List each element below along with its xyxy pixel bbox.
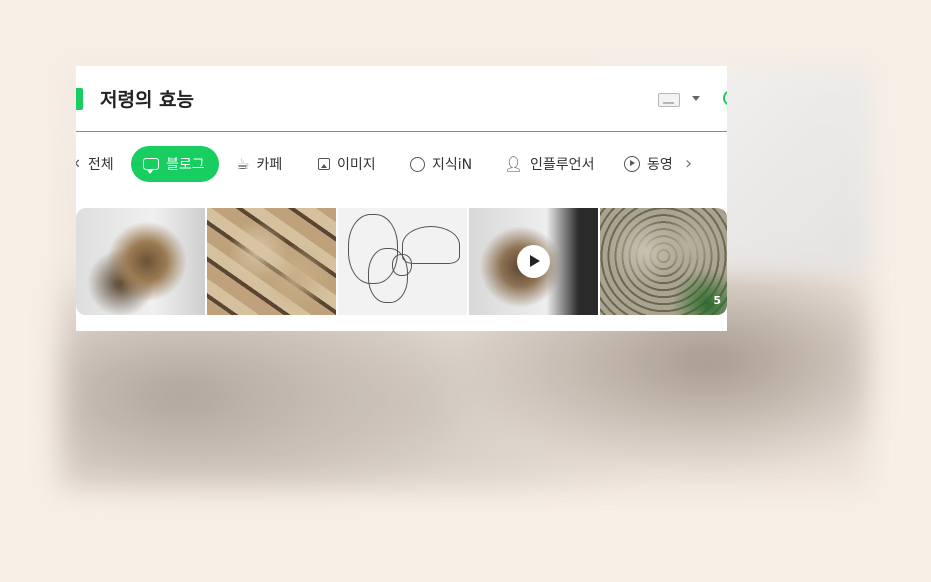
play-icon[interactable] bbox=[517, 245, 550, 278]
tab-video[interactable]: 동영 bbox=[624, 146, 673, 182]
tab-label: 지식iN bbox=[432, 157, 473, 173]
person-icon: 👤︎ bbox=[504, 155, 524, 173]
tab-influencer[interactable]: 👤︎ 인플루언서 bbox=[504, 146, 594, 182]
chevron-right-icon[interactable]: › bbox=[685, 146, 692, 182]
close-icon: ✕ bbox=[76, 157, 81, 172]
page-title: 저령의 효능 bbox=[100, 89, 195, 111]
blog-icon bbox=[143, 158, 159, 174]
thumbnail-image[interactable] bbox=[207, 208, 336, 315]
cafe-cup-icon: ☕ bbox=[236, 155, 250, 173]
question-bubble-icon bbox=[410, 156, 425, 172]
tab-blog[interactable]: 블로그 bbox=[131, 146, 219, 182]
image-count-badge: 5 bbox=[713, 294, 721, 307]
tab-cafe[interactable]: ☕ 카페 bbox=[236, 146, 282, 182]
green-circle-button[interactable] bbox=[723, 90, 727, 106]
tab-label: 카페 bbox=[256, 157, 283, 173]
tab-knowledge-in[interactable]: 지식iN bbox=[410, 146, 472, 182]
search-result-card: 저령의 효능 ✕ 전체 블로그 ☕ 카페 이미지 지식iN 👤︎ 인플루언서 bbox=[76, 66, 727, 331]
accent-bar bbox=[76, 88, 83, 110]
tab-label: 블로그 bbox=[166, 157, 205, 173]
card-header: 저령의 효능 bbox=[76, 66, 727, 132]
keyboard-icon[interactable] bbox=[658, 93, 680, 107]
thumbnail-image[interactable] bbox=[338, 208, 467, 315]
thumbnail-image[interactable] bbox=[76, 208, 205, 315]
search-tabs: ✕ 전체 블로그 ☕ 카페 이미지 지식iN 👤︎ 인플루언서 동영 › bbox=[76, 146, 727, 182]
tab-images[interactable]: 이미지 bbox=[318, 146, 376, 182]
tab-label: 인플루언서 bbox=[530, 157, 595, 173]
thumbnail-video[interactable] bbox=[469, 208, 598, 315]
tab-label: 전체 bbox=[87, 157, 114, 173]
image-thumbnail-strip: 5 bbox=[76, 208, 727, 315]
chevron-down-icon[interactable] bbox=[692, 96, 700, 101]
image-icon bbox=[318, 158, 330, 170]
tab-all[interactable]: ✕ 전체 bbox=[76, 146, 114, 182]
video-play-icon bbox=[624, 156, 640, 172]
thumbnail-image[interactable]: 5 bbox=[600, 208, 727, 315]
tab-label: 이미지 bbox=[337, 157, 376, 173]
blurred-snippet-text bbox=[76, 192, 727, 202]
tab-label: 동영 bbox=[647, 157, 673, 173]
